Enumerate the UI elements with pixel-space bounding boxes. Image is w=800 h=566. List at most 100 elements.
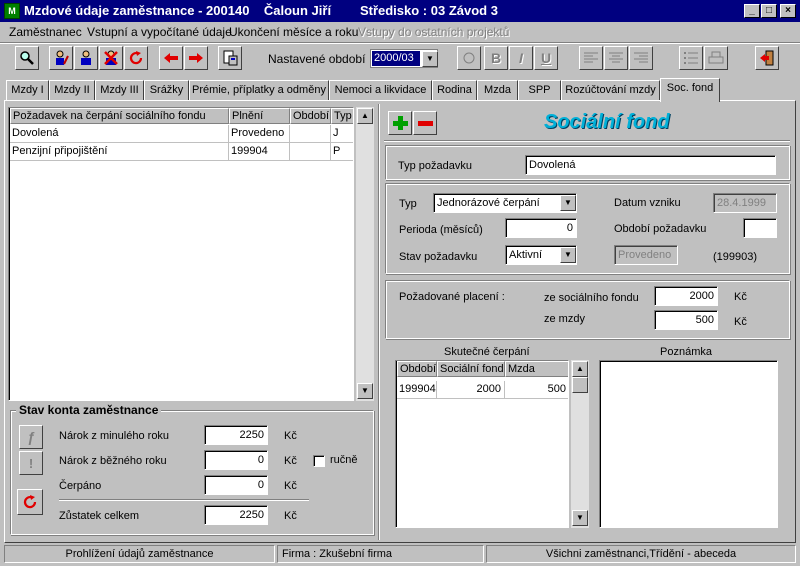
col-fulfillment[interactable]: Plnění: [229, 108, 290, 124]
period-select[interactable]: 2000/03 ▼: [370, 49, 438, 68]
chevron-down-icon[interactable]: ▼: [560, 195, 576, 211]
scroll-down-icon[interactable]: ▼: [357, 383, 373, 399]
bullet-list-icon: [684, 52, 698, 64]
cell-type: J: [331, 125, 353, 143]
type-select[interactable]: Jednorázové čerpání: [433, 193, 577, 213]
created-field: 28.4.1999: [713, 193, 777, 213]
tab-soc-fond[interactable]: Soc. fond: [660, 78, 720, 102]
balance-field[interactable]: 2250: [204, 505, 268, 525]
close-button[interactable]: ×: [780, 4, 796, 18]
employee-edit-button[interactable]: [49, 46, 73, 70]
remove-request-button[interactable]: [413, 111, 437, 135]
col-period[interactable]: Období: [397, 361, 437, 377]
cell-fulfillment: Provedeno: [229, 125, 290, 143]
divider: [384, 140, 790, 142]
manual-checkbox[interactable]: [313, 455, 325, 467]
scroll-thumb[interactable]: [572, 377, 588, 393]
employee-button[interactable]: [74, 46, 98, 70]
tab-spp[interactable]: SPP: [518, 80, 561, 100]
col-request[interactable]: Požadavek na čerpání sociálního fondu: [10, 108, 229, 124]
recalculate-button[interactable]: [17, 489, 43, 515]
claim-prev-field[interactable]: 2250: [204, 425, 268, 445]
request-period-field[interactable]: [743, 218, 777, 238]
tab-mzdy-1[interactable]: Mzdy I: [6, 80, 49, 100]
underline-button[interactable]: U: [534, 46, 558, 70]
menu-input-values[interactable]: Vstupní a vypočítané údaje: [87, 25, 232, 39]
maximize-button[interactable]: □: [761, 4, 777, 18]
title-bar[interactable]: M Mzdové údaje zaměstnance - 200140 Čalo…: [0, 0, 800, 22]
request-period-label: Období požadavku: [614, 223, 707, 235]
person-pencil-icon: [56, 50, 69, 65]
person-icon: [81, 50, 91, 65]
tab-mzdy-3[interactable]: Mzdy III: [95, 80, 144, 100]
refresh-icon: [23, 495, 37, 509]
table-row[interactable]: Penzijní připojištění 199904 P: [10, 143, 353, 161]
bold-button[interactable]: B: [484, 46, 508, 70]
status-filter: Všichni zaměstnanci,Třídění - abeceda: [486, 545, 796, 563]
requests-scrollbar[interactable]: ▲ ▼: [356, 107, 374, 401]
status-company: Firma : Zkušební firma: [277, 545, 484, 563]
request-type-field[interactable]: Dovolená: [525, 155, 776, 175]
tab-mzdy-2[interactable]: Mzdy II: [49, 80, 95, 100]
menu-other-projects[interactable]: Vstupy do ostatních projektů: [358, 25, 509, 39]
col-wage[interactable]: Mzda: [505, 361, 568, 377]
tab-rodina[interactable]: Rodina: [432, 80, 477, 100]
col-period[interactable]: Období: [290, 108, 331, 124]
refresh-button[interactable]: [124, 46, 148, 70]
info-button[interactable]: !: [19, 451, 43, 475]
font-color-button[interactable]: [457, 46, 481, 70]
note-title: Poznámka: [660, 346, 712, 358]
period-months-field[interactable]: 0: [505, 218, 577, 238]
italic-button[interactable]: I: [509, 46, 533, 70]
align-right-button[interactable]: [629, 46, 653, 70]
from-fund-field[interactable]: 2000: [654, 286, 718, 306]
cell-period: 199904: [397, 381, 437, 399]
search-button[interactable]: [15, 46, 39, 70]
table-row[interactable]: Dovolená Provedeno J: [10, 125, 353, 143]
tab-premie[interactable]: Prémie, příplatky a odměny: [189, 80, 329, 100]
actual-table[interactable]: Období Sociální fond Mzda 199904 2000 50…: [395, 360, 569, 528]
align-left-button[interactable]: [579, 46, 603, 70]
drawn-field[interactable]: 0: [204, 475, 268, 495]
requests-table[interactable]: Požadavek na čerpání sociálního fondu Pl…: [8, 107, 354, 401]
table-row[interactable]: 199904 2000 500: [397, 381, 568, 399]
calculator-button[interactable]: [218, 46, 242, 70]
menu-month-end[interactable]: Ukončení měsíce a roku: [229, 25, 358, 39]
chevron-down-icon[interactable]: ▼: [422, 51, 438, 67]
app-icon[interactable]: M: [4, 3, 20, 19]
employee-delete-button[interactable]: [99, 46, 123, 70]
chevron-down-icon[interactable]: ▼: [560, 247, 576, 263]
col-type[interactable]: Typ: [331, 108, 353, 124]
scroll-up-icon[interactable]: ▲: [572, 361, 588, 377]
period-value: 2000/03: [372, 51, 420, 66]
note-textarea[interactable]: [599, 360, 778, 528]
currency-label: Kč: [284, 480, 297, 492]
align-center-button[interactable]: [604, 46, 628, 70]
bullet-list-button[interactable]: [679, 46, 703, 70]
function-icon: ƒ: [27, 429, 35, 445]
print-button[interactable]: [704, 46, 728, 70]
actual-scrollbar[interactable]: ▲ ▼: [571, 360, 589, 528]
col-social-fund[interactable]: Sociální fond: [437, 361, 505, 377]
currency-label: Kč: [284, 455, 297, 467]
claim-curr-field[interactable]: 0: [204, 450, 268, 470]
add-request-button[interactable]: [388, 111, 412, 135]
payment-group: [385, 280, 790, 339]
tab-srazky[interactable]: Srážky: [144, 80, 189, 100]
period-months-label: Perioda (měsíců): [399, 224, 483, 236]
from-wage-field[interactable]: 500: [654, 310, 718, 330]
minimize-button[interactable]: _: [744, 4, 760, 18]
scroll-up-icon[interactable]: ▲: [357, 108, 373, 124]
tab-nemoci[interactable]: Nemoci a likvidace: [329, 80, 432, 100]
exit-button[interactable]: [755, 46, 779, 70]
align-center-icon: [609, 52, 623, 63]
previous-button[interactable]: [159, 46, 183, 70]
sqrt-button[interactable]: ƒ: [19, 425, 43, 449]
scroll-down-icon[interactable]: ▼: [572, 510, 588, 526]
tab-rozuctovani[interactable]: Rozúčtování mzdy: [561, 80, 660, 100]
next-button[interactable]: [184, 46, 208, 70]
menu-employee[interactable]: Zaměstnanec: [9, 25, 82, 39]
claim-curr-label: Nárok z běžného roku: [59, 455, 167, 467]
splitter[interactable]: [378, 104, 380, 540]
tab-mzda[interactable]: Mzda: [477, 80, 518, 100]
